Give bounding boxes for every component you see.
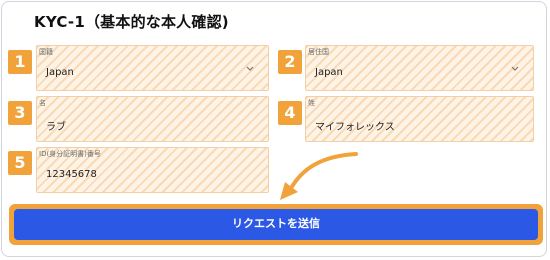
- submit-button-highlight: リクエストを送信: [9, 204, 543, 245]
- step-badge-2: 2: [278, 50, 302, 74]
- field-value: Japan: [46, 67, 74, 78]
- pointer-arrow-icon: [280, 152, 358, 200]
- submit-request-button[interactable]: リクエストを送信: [14, 209, 538, 240]
- field-value: Japan: [315, 67, 343, 78]
- kyc-card: KYC-1（基本的な本人確認) 1 国籍 Japan 2 居住国 Japan 3…: [1, 1, 547, 257]
- residence-country-select[interactable]: 居住国 Japan: [305, 45, 534, 91]
- id-number-field[interactable]: ID(身分証明書)番号 12345678: [36, 147, 269, 193]
- step-badge-5: 5: [8, 151, 32, 175]
- field-label: ID(身分証明書)番号: [39, 150, 101, 158]
- field-label: 名: [39, 99, 46, 107]
- field-value: マイフォレックス: [315, 122, 395, 133]
- step-badge-1: 1: [8, 50, 32, 74]
- step-badge-4: 4: [278, 101, 302, 125]
- first-name-field[interactable]: 名 ラブ: [36, 96, 269, 142]
- chevron-down-icon: [511, 66, 519, 71]
- field-label: 居住国: [308, 48, 329, 56]
- field-value: ラブ: [46, 122, 66, 133]
- last-name-field[interactable]: 姓 マイフォレックス: [305, 96, 534, 142]
- page-title: KYC-1（基本的な本人確認): [34, 13, 229, 31]
- field-label: 姓: [308, 99, 315, 107]
- nationality-select[interactable]: 国籍 Japan: [36, 45, 269, 91]
- field-label: 国籍: [39, 48, 53, 56]
- step-badge-3: 3: [8, 101, 32, 125]
- chevron-down-icon: [246, 66, 254, 71]
- field-value: 12345678: [46, 169, 97, 180]
